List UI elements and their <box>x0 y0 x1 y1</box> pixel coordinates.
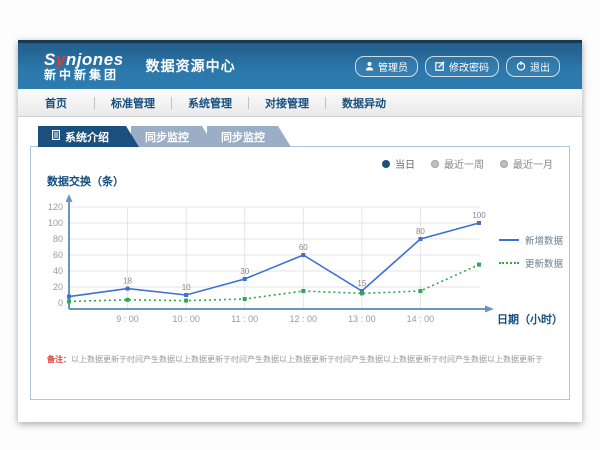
svg-text:80: 80 <box>416 227 425 236</box>
logout-button-label: 退出 <box>530 59 550 74</box>
svg-text:120: 120 <box>48 202 63 212</box>
note: 备注：以上数据更新于时间产生数据以上数据更新于时间产生数据以上数据更新于时间产生… <box>47 354 543 365</box>
tab-bar: 系统介绍 同步监控 同步监控 <box>38 126 291 147</box>
legend-label: 新增数据 <box>525 233 563 247</box>
logout-button[interactable]: 退出 <box>506 56 560 77</box>
svg-text:15: 15 <box>357 279 366 288</box>
nav-item-data-change[interactable]: 数据异动 <box>326 95 402 111</box>
page-title: 数据资源中心 <box>146 56 236 76</box>
svg-text:60: 60 <box>53 250 63 260</box>
header-actions: 管理员 修改密码 退出 <box>355 56 560 77</box>
user-button-label: 管理员 <box>378 59 408 74</box>
chart-legend: 新增数据 更新数据 <box>499 233 563 270</box>
chart-x-axis-title: 日期（小时） <box>497 311 563 327</box>
svg-text:10: 10 <box>182 283 191 292</box>
svg-text:10 : 00: 10 : 00 <box>172 314 200 324</box>
radio-dot-icon <box>500 160 508 168</box>
logo-accent-y: y <box>56 50 66 69</box>
svg-text:60: 60 <box>299 243 308 252</box>
svg-text:80: 80 <box>53 234 63 244</box>
tab-label: 同步监控 <box>221 129 265 145</box>
svg-text:13 : 00: 13 : 00 <box>348 314 376 324</box>
tab-sync-monitor-2[interactable]: 同步监控 <box>207 126 291 147</box>
radio-dot-icon <box>382 160 390 168</box>
svg-text:9 : 00: 9 : 00 <box>116 314 139 324</box>
change-password-button[interactable]: 修改密码 <box>425 56 499 77</box>
svg-text:20: 20 <box>53 282 63 292</box>
app-window: Synjones 新中新集团 数据资源中心 管理员 修改密码 退出 <box>18 40 582 422</box>
radio-label: 当日 <box>395 156 415 171</box>
person-icon <box>365 61 374 71</box>
nav-item-standard-mgmt[interactable]: 标准管理 <box>95 95 171 111</box>
nav-item-home[interactable]: 首页 <box>18 95 94 111</box>
legend-line-solid-icon <box>499 239 519 241</box>
company-logo: Synjones 新中新集团 <box>44 51 124 81</box>
nav-item-system-mgmt[interactable]: 系统管理 <box>172 95 248 111</box>
chart-panel: 当日 最近一周 最近一月 数据交换（条） 0 20 40 60 80 100 120 9 : … <box>30 146 570 400</box>
svg-text:30: 30 <box>240 267 249 276</box>
nav-item-interface-mgmt[interactable]: 对接管理 <box>249 95 325 111</box>
svg-text:0: 0 <box>58 298 63 308</box>
svg-text:40: 40 <box>53 266 63 276</box>
logo-subtext: 新中新集团 <box>44 69 124 82</box>
radio-dot-icon <box>431 160 439 168</box>
tab-label: 系统介绍 <box>65 129 109 145</box>
radio-label: 最近一周 <box>444 156 484 171</box>
note-prefix: 备注： <box>47 355 71 364</box>
svg-text:11 : 00: 11 : 00 <box>231 314 258 324</box>
radio-today[interactable]: 当日 <box>382 156 415 171</box>
note-text: 以上数据更新于时间产生数据以上数据更新于时间产生数据以上数据更新于时间产生数据以… <box>71 355 543 364</box>
radio-last-month[interactable]: 最近一月 <box>500 156 553 171</box>
legend-item-new-data: 新增数据 <box>499 233 563 247</box>
chart-y-axis-title: 数据交换（条） <box>47 173 124 189</box>
legend-line-dotted-icon <box>499 262 519 264</box>
power-icon <box>516 61 526 71</box>
svg-text:12 : 00: 12 : 00 <box>290 314 318 324</box>
time-range-filter: 当日 最近一周 最近一月 <box>382 156 553 171</box>
svg-text:100: 100 <box>48 218 63 228</box>
edit-pencil-icon <box>435 61 445 71</box>
radio-label: 最近一月 <box>513 156 553 171</box>
user-button[interactable]: 管理员 <box>355 56 418 77</box>
main-nav: 首页 标准管理 系统管理 对接管理 数据异动 <box>18 89 582 117</box>
change-password-button-label: 修改密码 <box>449 59 489 74</box>
tab-system-intro[interactable]: 系统介绍 <box>38 126 139 147</box>
svg-text:100: 100 <box>472 211 486 220</box>
svg-text:18: 18 <box>123 277 132 286</box>
app-header: Synjones 新中新集团 数据资源中心 管理员 修改密码 退出 <box>18 40 582 89</box>
legend-label: 更新数据 <box>525 256 563 270</box>
tab-label: 同步监控 <box>145 129 189 145</box>
legend-item-update-data: 更新数据 <box>499 256 563 270</box>
tab-sync-monitor-1[interactable]: 同步监控 <box>131 126 215 147</box>
logo-wordmark: Synjones <box>44 51 124 69</box>
radio-last-week[interactable]: 最近一周 <box>431 156 484 171</box>
line-chart: 0 20 40 60 80 100 120 9 : 00 10 : 00 11 : 00 12 : … <box>39 191 509 327</box>
svg-text:14 : 00: 14 : 00 <box>407 314 435 324</box>
document-icon <box>52 130 60 143</box>
